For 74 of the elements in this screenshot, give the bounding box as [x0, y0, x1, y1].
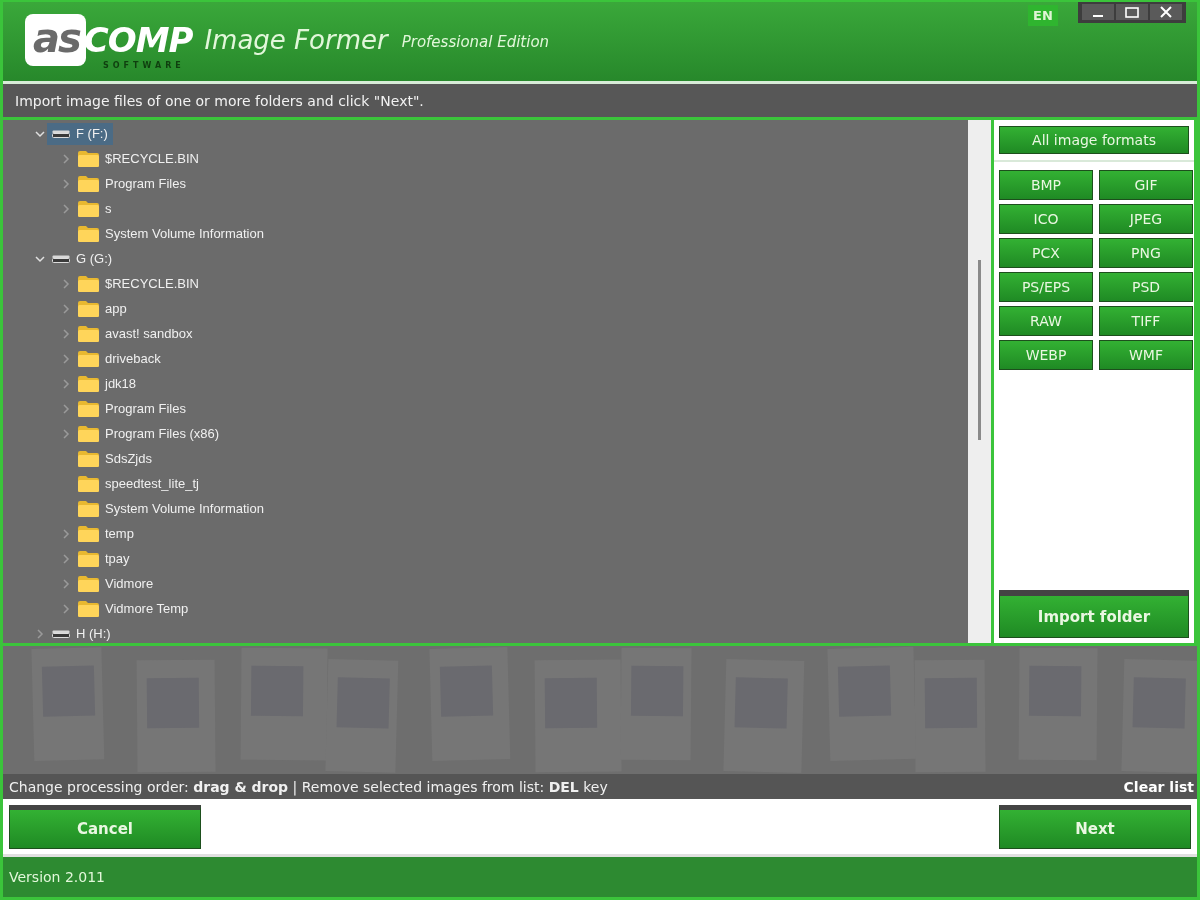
format-button[interactable]: JPEG — [1099, 204, 1193, 234]
folder-icon — [78, 225, 99, 242]
drive-icon — [52, 629, 70, 638]
tree-item[interactable]: driveback — [73, 347, 166, 370]
app-title: Image Former — [204, 24, 388, 55]
folder-icon — [78, 550, 99, 567]
format-button[interactable]: ICO — [999, 204, 1093, 234]
logo-tagline: SOFTWARE — [103, 61, 185, 70]
version-label: Version 2.011 — [9, 869, 105, 885]
instruction-text: Import image files of one or more folders and click "Next". — [15, 92, 424, 109]
cancel-button[interactable]: Cancel — [9, 804, 201, 849]
folder-icon — [78, 375, 99, 392]
folder-icon — [78, 575, 99, 592]
folder-icon — [78, 600, 99, 617]
folder-icon — [78, 325, 99, 342]
tree-item[interactable]: SdsZjds — [73, 447, 157, 470]
tree-item[interactable]: temp — [73, 522, 139, 545]
close-icon — [1160, 6, 1172, 18]
minimize-button[interactable] — [1082, 4, 1114, 20]
maximize-button[interactable] — [1116, 4, 1148, 20]
folder-icon — [78, 200, 99, 217]
folder-icon — [78, 525, 99, 542]
close-button[interactable] — [1150, 4, 1182, 20]
tree-item[interactable]: Program Files — [73, 172, 191, 195]
format-button[interactable]: PNG — [1099, 238, 1193, 268]
next-button[interactable]: Next — [999, 804, 1191, 849]
folder-icon — [78, 175, 99, 192]
format-button[interactable]: TIFF — [1099, 306, 1193, 336]
tree-item[interactable]: H (H:) — [47, 622, 116, 643]
logo-mark: as — [25, 13, 86, 66]
folder-icon — [78, 150, 99, 167]
drive-icon — [52, 254, 70, 263]
scrollbar[interactable] — [968, 120, 991, 643]
logo-word: COMP — [83, 22, 193, 57]
tree-item[interactable]: $RECYCLE.BIN — [73, 147, 204, 170]
format-button[interactable]: GIF — [1099, 170, 1193, 200]
hint-text: Change processing order: drag & drop | Remove selected images from list: DEL key — [9, 778, 608, 795]
format-button[interactable]: RAW — [999, 306, 1093, 336]
tree-item[interactable]: Vidmore — [73, 572, 159, 595]
tree-item[interactable]: speedtest_lite_tj — [73, 472, 204, 495]
format-button[interactable]: WMF — [1099, 340, 1193, 370]
tree-item[interactable]: Vidmore Temp — [73, 597, 194, 620]
tree-item[interactable]: s — [73, 197, 117, 220]
tree-item[interactable]: System Volume Information — [73, 497, 269, 520]
folder-icon — [78, 300, 99, 317]
tree-item[interactable]: jdk18 — [73, 372, 142, 395]
import-folder-button[interactable]: Import folder — [999, 590, 1189, 638]
folder-icon — [78, 475, 99, 492]
format-button[interactable]: PCX — [999, 238, 1093, 268]
format-button[interactable]: WEBP — [999, 340, 1093, 370]
all-formats-button[interactable]: All image formats — [999, 126, 1189, 154]
tree-item[interactable]: G (G:) — [47, 247, 118, 270]
tree-item[interactable]: System Volume Information — [73, 222, 269, 245]
tree-item[interactable]: app — [73, 297, 132, 320]
folder-icon — [78, 350, 99, 367]
tree-item[interactable]: Program Files (x86) — [73, 422, 225, 445]
folder-icon — [78, 400, 99, 417]
maximize-icon — [1125, 6, 1139, 18]
drive-icon — [52, 129, 70, 138]
format-button[interactable]: PS/EPS — [999, 272, 1093, 302]
clear-list-link[interactable]: Clear list — [1123, 778, 1194, 795]
minimize-icon — [1093, 14, 1103, 17]
tree-item[interactable]: F (F:) — [47, 122, 113, 145]
edition-label: Professional Edition — [401, 32, 550, 51]
format-button[interactable]: BMP — [999, 170, 1093, 200]
tree-item[interactable]: Program Files — [73, 397, 191, 420]
folder-icon — [78, 275, 99, 292]
folder-icon — [78, 450, 99, 467]
tree-item[interactable]: avast! sandbox — [73, 322, 198, 345]
format-button[interactable]: PSD — [1099, 272, 1193, 302]
tree-item[interactable]: $RECYCLE.BIN — [73, 272, 204, 295]
folder-icon — [78, 425, 99, 442]
folder-icon — [78, 500, 99, 517]
tree-item[interactable]: tpay — [73, 547, 135, 570]
